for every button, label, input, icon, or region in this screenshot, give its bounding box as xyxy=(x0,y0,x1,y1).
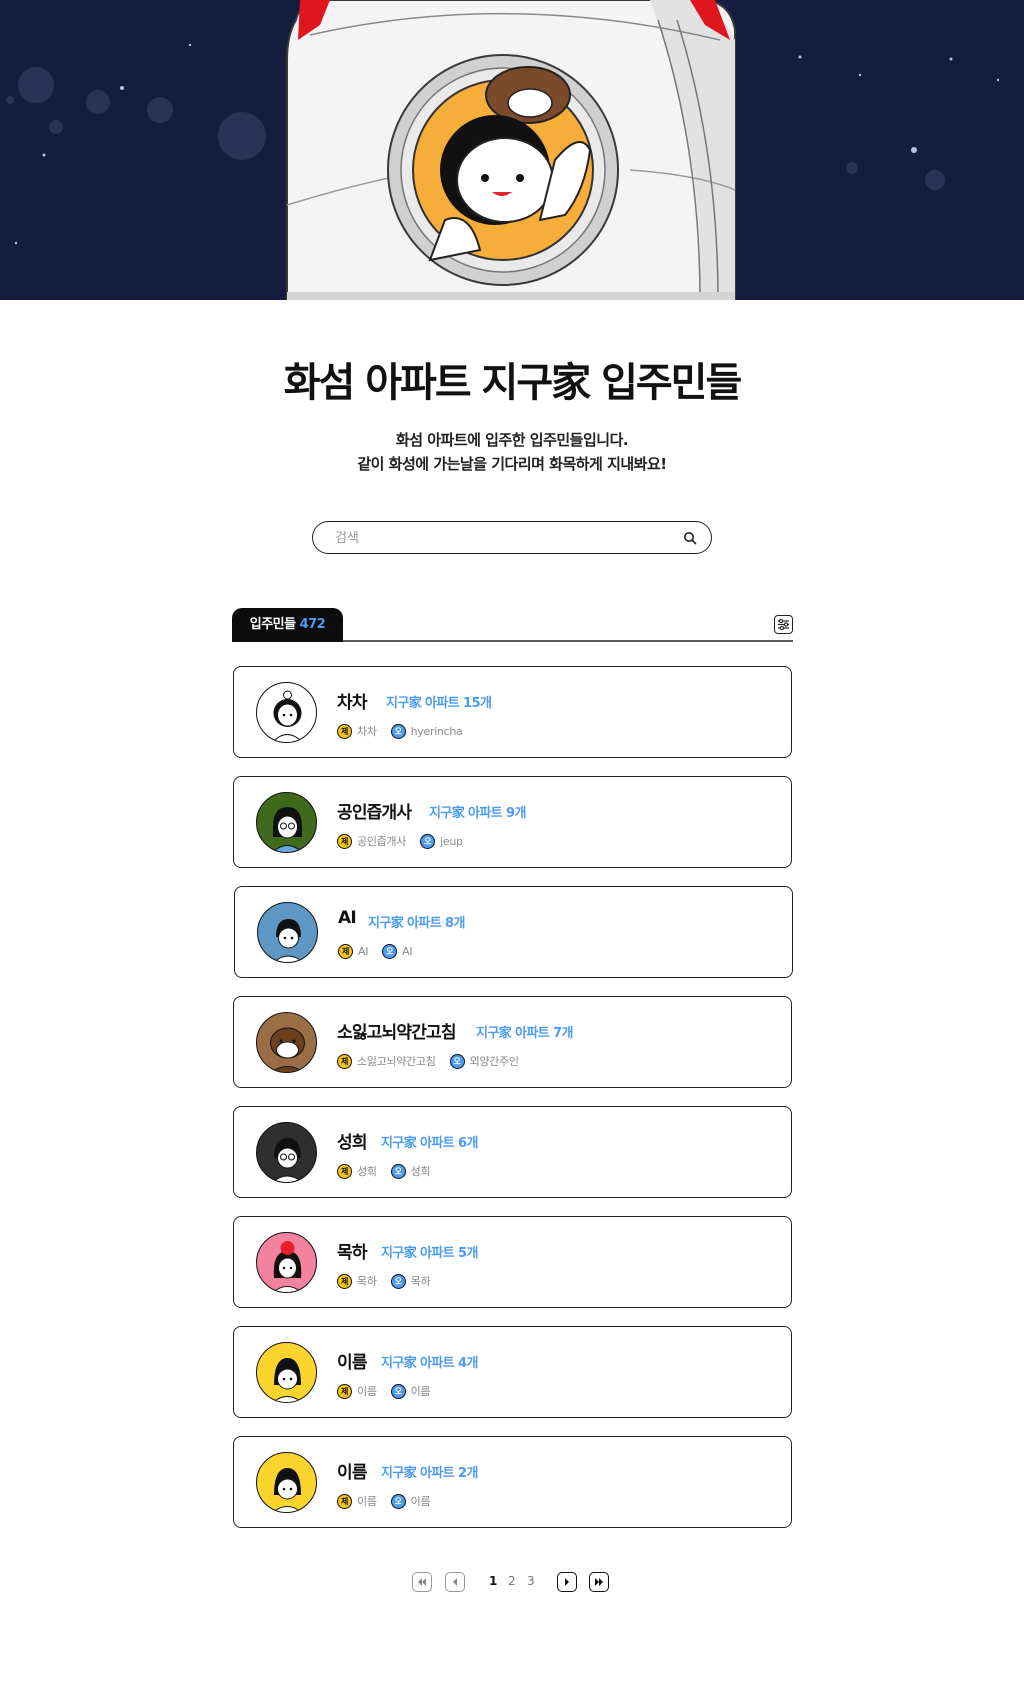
resident-card[interactable]: AI 지구家 아파트 8개 제 AI 오 AI xyxy=(234,886,793,978)
tab-residents-label: 입주민들 xyxy=(249,617,296,632)
resident-name: 공인즙개사 xyxy=(337,803,412,823)
avatar xyxy=(256,1012,317,1073)
apartment-count: 지구家 아파트 9개 xyxy=(429,806,526,821)
apartment-count: 지구家 아파트 15개 xyxy=(386,696,492,711)
resident-meta: 제 AI 오 AI xyxy=(338,943,413,959)
page-number[interactable]: 1 xyxy=(489,1574,497,1588)
resident-card[interactable]: 차차 지구家 아파트 15개 제 차차 오 hyerincha xyxy=(233,666,792,758)
resident-name: 차차 xyxy=(337,693,367,713)
je-nickname: 소잃고뇌약간고침 xyxy=(357,1055,436,1068)
je-nickname: 이름 xyxy=(357,1495,377,1508)
search-input[interactable] xyxy=(335,528,665,548)
resident-name: 이름 xyxy=(337,1353,367,1373)
apartment-count: 지구家 아파트 2개 xyxy=(381,1466,478,1481)
resident-meta: 제 차차 오 hyerincha xyxy=(337,723,463,739)
page-description: 화섬 아파트에 입주한 입주민들입니다. 같이 화성에 가는날을 기다리며 화목… xyxy=(0,428,1024,476)
resident-meta: 제 목하 오 목하 xyxy=(337,1273,431,1289)
o-nickname: 이름 xyxy=(410,1385,431,1398)
apartment-count: 지구家 아파트 8개 xyxy=(368,916,465,931)
o-badge-icon: 오 xyxy=(390,723,406,739)
description-line-1: 화섬 아파트에 입주한 입주민들입니다. xyxy=(395,431,629,449)
next-page-button[interactable] xyxy=(557,1572,577,1592)
chevron-left-icon xyxy=(453,1578,457,1586)
page-number[interactable]: 3 xyxy=(527,1574,535,1588)
resident-tab-bar: 입주민들 472 xyxy=(232,608,793,642)
pagination: 1 2 3 xyxy=(0,1572,1024,1594)
o-badge-icon: 오 xyxy=(390,1163,406,1179)
je-nickname: AI xyxy=(358,944,369,958)
o-badge-icon: 오 xyxy=(390,1383,406,1399)
resident-meta: 제 이름 오 이름 xyxy=(337,1383,431,1399)
je-badge-icon: 제 xyxy=(338,943,353,959)
resident-card[interactable]: 목하 지구家 아파트 5개 제 목하 오 목하 xyxy=(233,1216,792,1308)
je-nickname: 성희 xyxy=(357,1165,377,1178)
apartment-count: 지구家 아파트 6개 xyxy=(381,1136,478,1151)
sliders-icon xyxy=(778,618,789,631)
resident-meta: 제 소잃고뇌약간고침 오 외양간주인 xyxy=(337,1053,519,1069)
je-badge-icon: 제 xyxy=(337,1053,352,1069)
search-bar xyxy=(312,521,712,554)
resident-meta: 제 성희 오 성희 xyxy=(337,1163,431,1179)
resident-name: 소잃고뇌약간고침 xyxy=(337,1023,457,1043)
resident-name: 성희 xyxy=(337,1133,367,1153)
avatar xyxy=(256,792,317,853)
je-badge-icon: 제 xyxy=(337,1273,352,1289)
tab-residents[interactable]: 입주민들 472 xyxy=(232,608,343,642)
o-badge-icon: 오 xyxy=(449,1053,465,1069)
avatar xyxy=(256,1122,317,1183)
double-chevron-right-icon xyxy=(595,1578,603,1586)
avatar xyxy=(256,1232,317,1293)
resident-card[interactable]: 이름 지구家 아파트 2개 제 이름 오 이름 xyxy=(233,1436,792,1528)
je-badge-icon: 제 xyxy=(337,723,352,739)
je-badge-icon: 제 xyxy=(337,833,352,849)
apartment-count: 지구家 아파트 5개 xyxy=(381,1246,478,1261)
o-badge-icon: 오 xyxy=(420,833,436,849)
avatar xyxy=(256,1342,317,1403)
je-badge-icon: 제 xyxy=(337,1163,352,1179)
je-nickname: 목하 xyxy=(357,1275,377,1288)
resident-name: 이름 xyxy=(337,1463,367,1483)
page-title: 화섬 아파트 지구家 입주민들 xyxy=(283,360,743,406)
je-badge-icon: 제 xyxy=(337,1493,352,1509)
last-page-button[interactable] xyxy=(589,1572,609,1592)
hero-illustration xyxy=(6,0,1000,300)
o-nickname: jeup xyxy=(440,834,463,848)
description-line-2: 같이 화성에 가는날을 기다리며 화목하게 지내봐요! xyxy=(357,455,667,473)
o-nickname: 외양간주인 xyxy=(469,1055,519,1068)
o-nickname: AI xyxy=(402,944,413,958)
apartment-count: 지구家 아파트 4개 xyxy=(381,1356,478,1371)
avatar xyxy=(256,1452,317,1513)
resident-card[interactable]: 이름 지구家 아파트 4개 제 이름 오 이름 xyxy=(233,1326,792,1418)
double-chevron-left-icon xyxy=(418,1578,426,1586)
avatar xyxy=(257,902,318,963)
je-nickname: 차차 xyxy=(357,725,377,738)
resident-card[interactable]: 공인즙개사 지구家 아파트 9개 제 공인즙개사 오 jeup xyxy=(233,776,792,868)
hero-banner xyxy=(0,0,1024,300)
first-page-button[interactable] xyxy=(412,1572,432,1592)
tab-residents-count: 472 xyxy=(299,617,326,632)
o-badge-icon: 오 xyxy=(390,1273,406,1289)
prev-page-button[interactable] xyxy=(445,1572,465,1592)
o-badge-icon: 오 xyxy=(382,943,398,959)
je-nickname: 이름 xyxy=(357,1385,377,1398)
resident-card[interactable]: 성희 지구家 아파트 6개 제 성희 오 성희 xyxy=(233,1106,792,1198)
o-nickname: 성희 xyxy=(410,1165,431,1178)
o-nickname: 목하 xyxy=(410,1275,431,1288)
o-nickname: hyerincha xyxy=(410,724,463,738)
avatar xyxy=(256,682,317,743)
chevron-right-icon xyxy=(565,1578,569,1586)
page-number[interactable]: 2 xyxy=(508,1574,516,1588)
o-nickname: 이름 xyxy=(410,1495,431,1508)
resident-name: AI xyxy=(338,908,357,928)
resident-name: 목하 xyxy=(337,1243,367,1263)
search-icon[interactable] xyxy=(683,531,697,545)
resident-meta: 제 이름 오 이름 xyxy=(337,1493,431,1509)
je-badge-icon: 제 xyxy=(337,1383,352,1399)
je-nickname: 공인즙개사 xyxy=(357,835,407,848)
resident-card[interactable]: 소잃고뇌약간고침 지구家 아파트 7개 제 소잃고뇌약간고침 오 외양간주인 xyxy=(233,996,792,1088)
o-badge-icon: 오 xyxy=(390,1493,406,1509)
filter-button[interactable] xyxy=(774,615,793,634)
apartment-count: 지구家 아파트 7개 xyxy=(476,1026,573,1041)
resident-meta: 제 공인즙개사 오 jeup xyxy=(337,833,463,849)
